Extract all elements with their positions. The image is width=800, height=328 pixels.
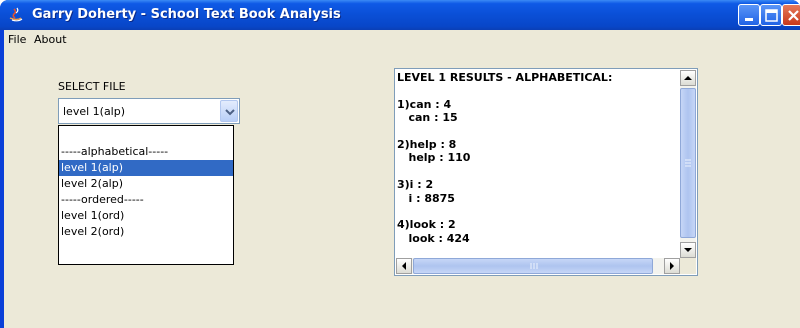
minimize-button[interactable] <box>738 4 760 26</box>
vertical-scrollbar[interactable] <box>680 70 696 258</box>
close-button[interactable] <box>782 4 800 26</box>
java-icon <box>6 6 24 24</box>
arrow-up-icon <box>684 76 692 80</box>
file-select-combobox[interactable]: level 1(alp) <box>58 98 240 124</box>
file-select-dropdown-list: -----alphabetical----- level 1(alp) leve… <box>58 125 234 265</box>
scroll-down-button[interactable] <box>680 242 696 258</box>
scrollbar-corner <box>680 258 696 274</box>
scroll-left-button[interactable] <box>396 258 412 274</box>
dropdown-option-level2-alp[interactable]: level 2(alp) <box>59 176 233 192</box>
grip-icon <box>530 263 538 269</box>
maximize-button[interactable] <box>760 4 782 26</box>
dropdown-option-level1-ord[interactable]: level 1(ord) <box>59 208 233 224</box>
title-bar[interactable]: Garry Doherty - School Text Book Analysi… <box>0 0 800 30</box>
dropdown-option-level2-ord[interactable]: level 2(ord) <box>59 224 233 240</box>
app-window: Garry Doherty - School Text Book Analysi… <box>0 0 800 328</box>
arrow-down-icon <box>684 248 692 252</box>
scroll-right-button[interactable] <box>664 258 680 274</box>
menu-bar: File About <box>4 30 800 50</box>
results-text: LEVEL 1 RESULTS - ALPHABETICAL: 1)can : … <box>397 71 613 245</box>
results-text-area[interactable]: LEVEL 1 RESULTS - ALPHABETICAL: 1)can : … <box>394 68 698 276</box>
arrow-left-icon <box>402 262 406 270</box>
dropdown-option-level1-alp[interactable]: level 1(alp) <box>59 160 233 176</box>
minimize-icon <box>745 18 753 21</box>
vertical-scroll-thumb[interactable] <box>680 88 696 238</box>
chevron-down-icon <box>225 109 235 116</box>
horizontal-scroll-thumb[interactable] <box>413 258 653 274</box>
menu-file[interactable]: File <box>8 33 26 46</box>
select-file-label: SELECT FILE <box>58 80 126 93</box>
combo-dropdown-button[interactable] <box>220 100 238 122</box>
window-title: Garry Doherty - School Text Book Analysi… <box>32 7 341 22</box>
dropdown-option-alphabetical-header[interactable]: -----alphabetical----- <box>59 144 233 160</box>
menu-about[interactable]: About <box>34 33 67 46</box>
scroll-up-button[interactable] <box>680 70 696 86</box>
horizontal-scrollbar[interactable] <box>396 258 680 274</box>
grip-icon <box>685 159 691 167</box>
arrow-right-icon <box>670 262 674 270</box>
dropdown-option-ordered-header[interactable]: -----ordered----- <box>59 192 233 208</box>
dropdown-option-blank[interactable] <box>59 128 233 144</box>
close-icon <box>788 10 799 21</box>
maximize-icon <box>765 9 778 22</box>
combo-selected-value: level 1(alp) <box>63 105 126 118</box>
